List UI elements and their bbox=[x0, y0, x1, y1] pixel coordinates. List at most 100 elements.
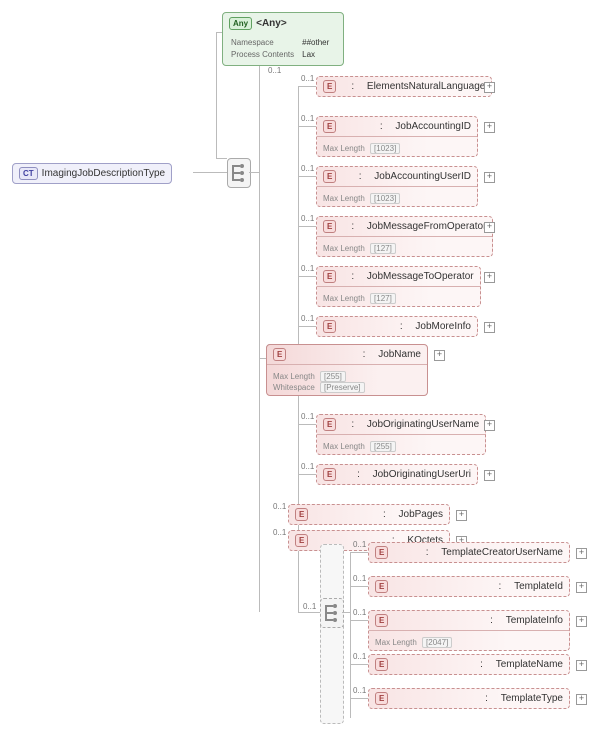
expand-icon[interactable]: + bbox=[576, 616, 587, 627]
element-name: JobAccountingID bbox=[395, 121, 471, 132]
any-label: <Any> bbox=[256, 18, 287, 29]
e-icon: E bbox=[323, 120, 336, 133]
occurrence: 0..1 bbox=[353, 574, 366, 583]
connector bbox=[259, 32, 260, 612]
expand-icon[interactable]: + bbox=[576, 548, 587, 559]
expand-icon[interactable]: + bbox=[576, 694, 587, 705]
element-ref: E: JobOriginatingUserNameMax Length [255… bbox=[316, 414, 486, 455]
element-name: TemplateName bbox=[496, 659, 563, 670]
e-icon: E bbox=[323, 468, 336, 481]
colon: : bbox=[400, 321, 403, 332]
element-ref: E: JobAccountingUserIDMax Length [1023] bbox=[316, 166, 478, 207]
element-name: JobMessageToOperator bbox=[367, 271, 474, 282]
element-ref: E: TemplateType bbox=[368, 688, 570, 709]
seq-occ: 0..1 bbox=[268, 66, 281, 75]
colon: : bbox=[351, 419, 354, 430]
expand-icon[interactable]: + bbox=[576, 660, 587, 671]
colon: : bbox=[383, 509, 386, 520]
e-icon: E bbox=[375, 580, 388, 593]
any-pc-val: Lax bbox=[302, 50, 335, 60]
occurrence: 0..1 bbox=[301, 462, 314, 471]
colon: : bbox=[485, 693, 488, 704]
any-node: Any <Any> Namespace##otherProcess Conten… bbox=[222, 12, 344, 66]
e-icon: E bbox=[375, 614, 388, 627]
e-icon: E bbox=[273, 348, 286, 361]
e-icon: E bbox=[375, 546, 388, 559]
expand-icon[interactable]: + bbox=[576, 582, 587, 593]
element-ref: E: TemplateCreatorUserName bbox=[368, 542, 570, 563]
element-name: TemplateType bbox=[501, 693, 563, 704]
connector bbox=[193, 172, 227, 173]
element-meta: Max Length [2047] bbox=[369, 635, 569, 650]
group-box bbox=[320, 544, 344, 724]
e-icon: E bbox=[323, 270, 336, 283]
xsd-diagram: CT ImagingJobDescriptionType Any <Any> N… bbox=[8, 8, 597, 728]
connector bbox=[259, 358, 266, 359]
ct-icon: CT bbox=[19, 167, 38, 180]
any-icon: Any bbox=[229, 17, 252, 30]
colon: : bbox=[363, 349, 366, 360]
occurrence: 0..1 bbox=[301, 214, 314, 223]
colon: : bbox=[351, 81, 354, 92]
expand-icon[interactable]: + bbox=[484, 420, 495, 431]
element-name: JobPages bbox=[399, 509, 443, 520]
root-name: ImagingJobDescriptionType bbox=[42, 168, 165, 179]
any-ns-label: Namespace bbox=[231, 38, 300, 48]
sequence-icon bbox=[320, 598, 344, 628]
element-name: TemplateCreatorUserName bbox=[441, 547, 563, 558]
colon: : bbox=[351, 221, 354, 232]
element-name: TemplateId bbox=[514, 581, 563, 592]
connector bbox=[298, 612, 320, 613]
element-name: JobMoreInfo bbox=[415, 321, 471, 332]
element-name: JobAccountingUserID bbox=[374, 171, 471, 182]
any-ns-val: ##other bbox=[302, 38, 335, 48]
complex-type-node: CT ImagingJobDescriptionType bbox=[12, 163, 172, 184]
occurrence: 0..1 bbox=[353, 608, 366, 617]
element-meta: Max Length [1023] bbox=[317, 191, 477, 206]
colon: : bbox=[357, 469, 360, 480]
element-meta: Max Length [1023] bbox=[317, 141, 477, 156]
occurrence: 0..1 bbox=[301, 264, 314, 273]
element-ref: E: JobMoreInfo bbox=[316, 316, 478, 337]
sub-occ: 0..1 bbox=[303, 602, 316, 611]
colon: : bbox=[480, 659, 483, 670]
expand-icon[interactable]: + bbox=[434, 350, 445, 361]
connector bbox=[216, 32, 217, 158]
element-meta: Max Length [127] bbox=[317, 291, 480, 306]
element-ref: E: ElementsNaturalLanguage bbox=[316, 76, 492, 97]
element-meta: Max Length [127] bbox=[317, 241, 492, 256]
element-name: JobName bbox=[378, 349, 421, 360]
element-meta: Max Length [255] bbox=[317, 439, 485, 454]
occurrence: 0..1 bbox=[353, 652, 366, 661]
element-meta: Max Length [255]Whitespace [Preserve] bbox=[267, 369, 427, 395]
expand-icon[interactable]: + bbox=[456, 510, 467, 521]
colon: : bbox=[490, 615, 493, 626]
element-name: JobOriginatingUserUri bbox=[373, 469, 471, 480]
element-name: TemplateInfo bbox=[506, 615, 563, 626]
expand-icon[interactable]: + bbox=[484, 272, 495, 283]
e-icon: E bbox=[323, 80, 336, 93]
expand-icon[interactable]: + bbox=[484, 470, 495, 481]
e-icon: E bbox=[323, 320, 336, 333]
e-icon: E bbox=[323, 170, 336, 183]
e-icon: E bbox=[375, 658, 388, 671]
expand-icon[interactable]: + bbox=[484, 172, 495, 183]
element-ref: E: JobMessageFromOperatorMax Length [127… bbox=[316, 216, 493, 257]
occurrence: 0..1 bbox=[353, 540, 366, 549]
colon: : bbox=[499, 581, 502, 592]
occurrence: 0..1 bbox=[273, 502, 286, 511]
expand-icon[interactable]: + bbox=[484, 222, 495, 233]
element-ref: E: TemplateId bbox=[368, 576, 570, 597]
element-ref: E: TemplateName bbox=[368, 654, 570, 675]
colon: : bbox=[351, 271, 354, 282]
expand-icon[interactable]: + bbox=[484, 122, 495, 133]
connector bbox=[350, 552, 351, 718]
e-icon: E bbox=[323, 220, 336, 233]
e-icon: E bbox=[375, 692, 388, 705]
expand-icon[interactable]: + bbox=[484, 322, 495, 333]
expand-icon[interactable]: + bbox=[484, 82, 495, 93]
colon: : bbox=[426, 547, 429, 558]
element-ref: E: JobMessageToOperator Max Length [127] bbox=[316, 266, 481, 307]
occurrence: 0..1 bbox=[301, 74, 314, 83]
element-ref: E: JobPages bbox=[288, 504, 450, 525]
